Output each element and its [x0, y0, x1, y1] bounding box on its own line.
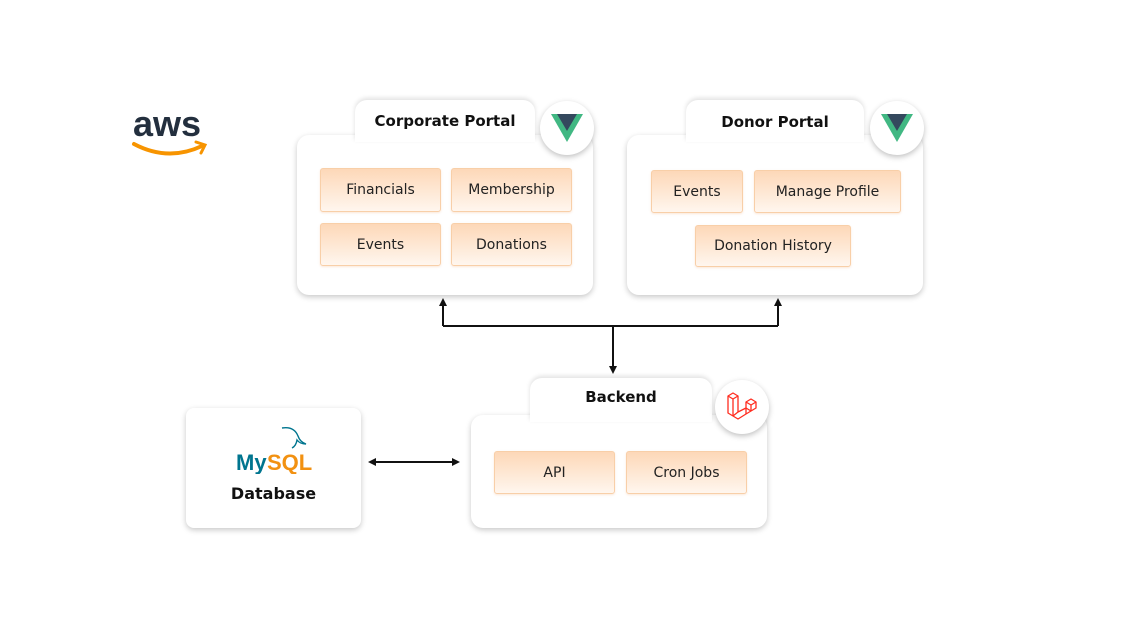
module-membership: Membership [451, 168, 572, 212]
architecture-diagram: aws Corporate Portal Financials Membersh… [0, 0, 1129, 625]
module-cron-jobs: Cron Jobs [626, 451, 747, 494]
vue-icon [540, 101, 594, 155]
module-financials: Financials [320, 168, 441, 212]
module-events: Events [320, 223, 441, 266]
connectors [368, 298, 782, 466]
module-api: API [494, 451, 615, 494]
module-donations: Donations [451, 223, 572, 266]
module-donation-history: Donation History [695, 225, 851, 267]
vue-icon [870, 101, 924, 155]
laravel-icon [715, 380, 769, 434]
module-events: Events [651, 170, 743, 213]
module-manage-profile: Manage Profile [754, 170, 901, 213]
